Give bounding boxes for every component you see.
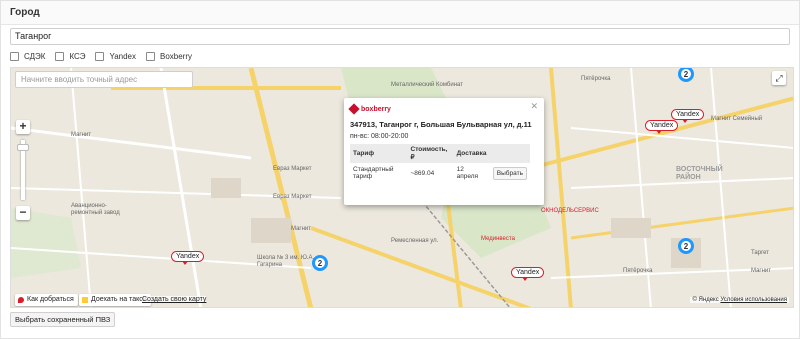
fullscreen-icon[interactable]: ⤢: [772, 71, 786, 85]
map-label: Мединвеста: [481, 236, 515, 242]
map-label: Магнит Семейный: [711, 116, 763, 122]
boxberry-logo: boxberry: [348, 103, 391, 115]
boxberry-logo-icon: [348, 103, 360, 115]
route-button[interactable]: Как добраться: [15, 294, 78, 306]
map-label: Магнит: [71, 132, 92, 138]
select-saved-pickup-button[interactable]: Выбрать сохраненный ПВЗ: [10, 312, 116, 327]
pickup-address: 347913, Таганрог г, Большая Бульварная у…: [350, 120, 532, 129]
map[interactable]: Начните вводить точный адрес + − ⤢ Метал…: [10, 67, 794, 308]
carrier-filter-kse[interactable]: КСЭ: [55, 51, 86, 61]
tariff-name: Стандартный тариф: [353, 166, 394, 180]
table-row: Стандартный тариф ~869.04 12 апреля Выбр…: [350, 163, 530, 183]
boxberry-label: Boxberry: [160, 51, 193, 61]
map-label: ОКНОДЕЛЬСЕРВИС: [541, 208, 599, 214]
yandex-pickup-marker[interactable]: Yandex: [171, 251, 205, 265]
map-label: Металлический Комбинат: [391, 82, 463, 88]
yandex-pickup-marker[interactable]: Yandex: [511, 267, 545, 281]
boxberry-checkbox[interactable]: [146, 51, 155, 61]
copyright-text: © Яндекс: [692, 297, 719, 303]
boxberry-logo-text: boxberry: [361, 105, 391, 113]
zoom-out-button[interactable]: −: [16, 206, 30, 220]
pickup-cluster-marker[interactable]: 2: [678, 238, 694, 254]
close-icon[interactable]: ✕: [530, 101, 538, 112]
tariff-table-header: Тариф Стоимость, ₽ Доставка: [350, 144, 530, 163]
route-button-label: Как добраться: [27, 296, 74, 303]
create-map-link[interactable]: Создать свою карту: [142, 296, 207, 303]
delivery-panel: Город Таганрог СДЭК КСЭ Yandex Boxberry: [0, 0, 800, 339]
map-label: Магнит: [291, 226, 312, 232]
yandex-label: Yandex: [109, 51, 136, 61]
zoom-control: + −: [16, 120, 30, 221]
map-label: Магнит: [751, 268, 772, 274]
map-label: Таргет: [751, 250, 770, 256]
taxi-button[interactable]: Доехать на такси: [79, 294, 151, 306]
map-copyright: © Яндекс Условия использования: [690, 297, 789, 303]
map-label: Аванционно-ремонтный завод: [71, 203, 120, 216]
city-heading: Город: [10, 7, 40, 18]
tariff-delivery: 12 апреля: [456, 166, 479, 180]
zoom-in-button[interactable]: +: [16, 120, 30, 134]
kse-checkbox[interactable]: [55, 51, 65, 61]
cdek-checkbox[interactable]: [10, 51, 19, 61]
pickup-hours: пн-вс: 08:00-20:00: [350, 133, 409, 140]
column-header: [489, 144, 530, 163]
carrier-filter-boxberry[interactable]: Boxberry: [146, 51, 193, 61]
pickup-point-popup: ✕ boxberry 347913, Таганрог г, Большая Б…: [344, 98, 544, 205]
tariff-table: Тариф Стоимость, ₽ Доставка Стандартный …: [350, 144, 530, 183]
carrier-filters: СДЭК КСЭ Yandex Boxberry: [10, 50, 202, 62]
taxi-button-label: Доехать на такси: [91, 296, 147, 303]
yandex-checkbox[interactable]: [95, 51, 105, 61]
pickup-cluster-marker[interactable]: 2: [312, 255, 328, 271]
map-label: Школа № 3 им. Ю.А. Гагарина: [257, 255, 315, 268]
map-label: ВОСТОЧНЫЙ РАЙОН: [676, 166, 723, 181]
tariff-action: Выбрать: [490, 163, 530, 183]
map-label: Евраз Маркет: [273, 166, 312, 172]
taxi-icon: [82, 297, 88, 303]
map-label: Ремесленная ул.: [391, 238, 439, 244]
select-tariff-button[interactable]: Выбрать: [492, 166, 527, 180]
column-header: Стоимость, ₽: [407, 144, 454, 163]
map-label: Пятёрочка: [623, 268, 653, 274]
yandex-pickup-marker[interactable]: Yandex: [671, 109, 705, 123]
yandex-pickup-marker[interactable]: Yandex: [645, 120, 679, 134]
map-label: Пятёрочка: [581, 76, 611, 82]
tariff-cost: ~869.04: [410, 169, 435, 177]
carrier-filter-yandex[interactable]: Yandex: [95, 51, 136, 61]
column-header: Тариф: [350, 144, 408, 163]
pin-icon: [18, 297, 24, 303]
zoom-slider-handle[interactable]: [17, 144, 29, 151]
address-search-input[interactable]: Начните вводить точный адрес: [15, 71, 193, 88]
city-input[interactable]: Таганрог: [10, 28, 790, 45]
kse-label: КСЭ: [69, 51, 86, 61]
map-label: Евраз Маркет: [273, 194, 312, 200]
cdek-label: СДЭК: [24, 51, 46, 61]
terms-link[interactable]: Условия использования: [720, 297, 787, 303]
carrier-filter-cdek[interactable]: СДЭК: [10, 51, 46, 61]
panel-header: Город: [1, 1, 799, 25]
column-header: Доставка: [453, 144, 490, 163]
